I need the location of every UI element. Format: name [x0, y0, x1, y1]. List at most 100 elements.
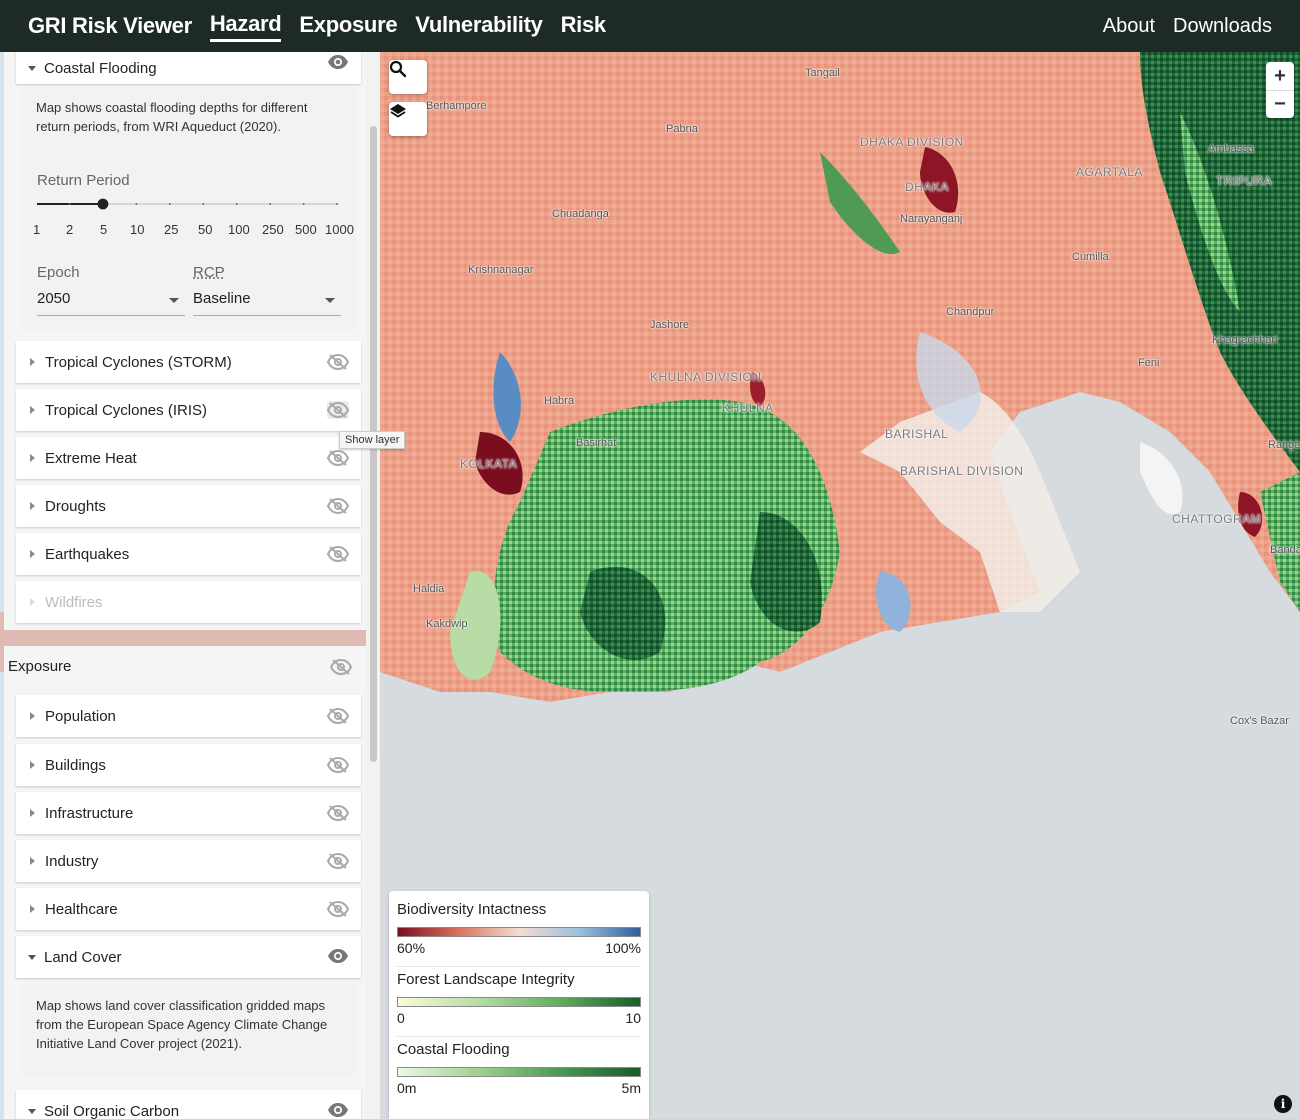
eye-off-icon[interactable] — [327, 449, 349, 467]
layer-wildfires: Wildfires — [16, 581, 361, 623]
chevron-right-icon[interactable] — [30, 502, 35, 510]
place-label: BARISHAL — [885, 427, 949, 441]
eye-off-icon[interactable] — [327, 900, 349, 918]
place-label: AGARTALA — [1076, 165, 1143, 179]
rcp-label: RCP — [193, 264, 225, 281]
chevron-right-icon[interactable] — [30, 358, 35, 366]
region-label: BARISHAL DIVISION — [900, 464, 1024, 478]
layer-soil-organic-carbon[interactable]: Soil Organic Carbon — [16, 1090, 361, 1119]
chevron-right-icon — [30, 598, 35, 606]
brand-title[interactable]: GRI Risk Viewer — [28, 13, 192, 39]
layers-button[interactable] — [389, 102, 427, 136]
show-layer-tooltip: Show layer — [339, 431, 406, 449]
layer-description: Map shows coastal flooding depths for di… — [36, 100, 308, 134]
layer-infrastructure[interactable]: Infrastructure — [16, 792, 361, 834]
zoom-out-button[interactable]: − — [1266, 90, 1294, 118]
place-label: Feni — [1138, 357, 1160, 369]
epoch-select[interactable]: 2050 — [37, 290, 185, 316]
eye-off-icon[interactable] — [327, 497, 349, 515]
tab-exposure[interactable]: Exposure — [299, 12, 397, 40]
legend-max: 5m — [621, 1080, 641, 1096]
legend-gradient — [397, 927, 641, 937]
chevron-right-icon[interactable] — [30, 761, 35, 769]
layer-healthcare[interactable]: Healthcare — [16, 888, 361, 930]
return-period-slider[interactable] — [37, 197, 342, 211]
chevron-right-icon[interactable] — [30, 712, 35, 720]
legend-max: 100% — [605, 940, 641, 956]
eye-off-icon[interactable] — [327, 804, 349, 822]
chevron-right-icon[interactable] — [30, 406, 35, 414]
layer-land-cover[interactable]: Land Cover — [16, 936, 361, 978]
layer-coastal-flooding[interactable]: Coastal Flooding — [16, 52, 361, 84]
place-label: Krishnanagar — [468, 264, 534, 276]
layer-droughts[interactable]: Droughts — [16, 485, 361, 527]
tab-risk[interactable]: Risk — [561, 12, 607, 40]
legend-title: Coastal Flooding — [397, 1041, 510, 1058]
place-label: Ambassa — [1208, 143, 1254, 155]
eye-icon[interactable] — [327, 54, 349, 70]
layer-label: Tropical Cyclones (STORM) — [45, 353, 232, 371]
chevron-down-icon[interactable] — [28, 65, 36, 71]
rcp-select[interactable]: Baseline — [193, 290, 341, 316]
downloads-link[interactable]: Downloads — [1173, 15, 1272, 38]
tick-label: 1 — [33, 222, 41, 237]
layer-tropical-cyclones-storm[interactable]: Tropical Cyclones (STORM) — [16, 341, 361, 383]
eye-off-icon[interactable] — [327, 707, 349, 725]
layer-tropical-cyclones-iris[interactable]: Tropical Cyclones (IRIS) — [16, 389, 361, 431]
tick-label: 100 — [228, 222, 250, 237]
chevron-down-icon[interactable] — [28, 1108, 36, 1114]
tick-label: 250 — [262, 222, 284, 237]
chevron-right-icon[interactable] — [30, 550, 35, 558]
legend-min: 0m — [397, 1080, 417, 1096]
layer-label: Land Cover — [44, 948, 122, 966]
place-label: KOLKATA — [460, 457, 518, 471]
layer-population[interactable]: Population — [16, 695, 361, 737]
eye-off-icon[interactable] — [327, 353, 349, 371]
search-button[interactable] — [389, 60, 427, 94]
eye-off-icon[interactable] — [327, 545, 349, 563]
legend-biodiversity: Biodiversity Intactness 60% 100% — [397, 901, 641, 967]
layer-buildings[interactable]: Buildings — [16, 744, 361, 786]
layer-label: Droughts — [45, 497, 106, 515]
legend-min: 0 — [397, 1010, 405, 1026]
region-label: TRIPURA — [1216, 174, 1273, 188]
nav-right: About Downloads — [1103, 15, 1272, 38]
rcp-value: Baseline — [193, 290, 251, 307]
about-link[interactable]: About — [1103, 15, 1155, 38]
chevron-right-icon[interactable] — [30, 905, 35, 913]
layer-label: Earthquakes — [45, 545, 130, 563]
eye-icon[interactable] — [327, 948, 349, 964]
tick-label: 10 — [130, 222, 145, 237]
chevron-down-icon[interactable] — [28, 954, 36, 960]
zoom-in-button[interactable]: + — [1266, 62, 1294, 90]
layer-earthquakes[interactable]: Earthquakes — [16, 533, 361, 575]
chevron-right-icon[interactable] — [30, 857, 35, 865]
dropdown-arrow-icon — [325, 298, 335, 303]
place-label: Pabna — [666, 123, 698, 135]
eye-off-icon[interactable] — [330, 658, 352, 676]
eye-off-icon[interactable] — [327, 852, 349, 870]
eye-off-icon[interactable] — [327, 401, 349, 419]
layer-extreme-heat[interactable]: Extreme Heat — [16, 437, 361, 479]
eye-off-icon[interactable] — [327, 756, 349, 774]
tick-label: 2 — [66, 222, 74, 237]
layer-label: Tropical Cyclones (IRIS) — [45, 401, 207, 419]
tick-label: 500 — [295, 222, 317, 237]
place-label: Tangail — [805, 67, 840, 79]
land-cover-panel: Map shows land cover classification grid… — [21, 984, 356, 1076]
slider-thumb — [97, 198, 109, 210]
layer-label: Buildings — [45, 756, 106, 774]
chevron-right-icon[interactable] — [30, 454, 35, 462]
eye-icon[interactable] — [327, 1102, 349, 1118]
legend-max: 10 — [625, 1010, 641, 1026]
place-label: Chandpur — [946, 306, 995, 318]
tab-hazard[interactable]: Hazard — [209, 11, 282, 42]
chevron-right-icon[interactable] — [30, 809, 35, 817]
place-label: Cumilla — [1072, 251, 1109, 263]
attribution-info-icon[interactable]: i — [1274, 1095, 1292, 1113]
legend-gradient — [397, 1067, 641, 1077]
tab-vulnerability[interactable]: Vulnerability — [415, 12, 543, 40]
layer-industry[interactable]: Industry — [16, 840, 361, 882]
place-label: KHULNA — [722, 401, 774, 415]
place-label: Berhampore — [426, 100, 487, 112]
